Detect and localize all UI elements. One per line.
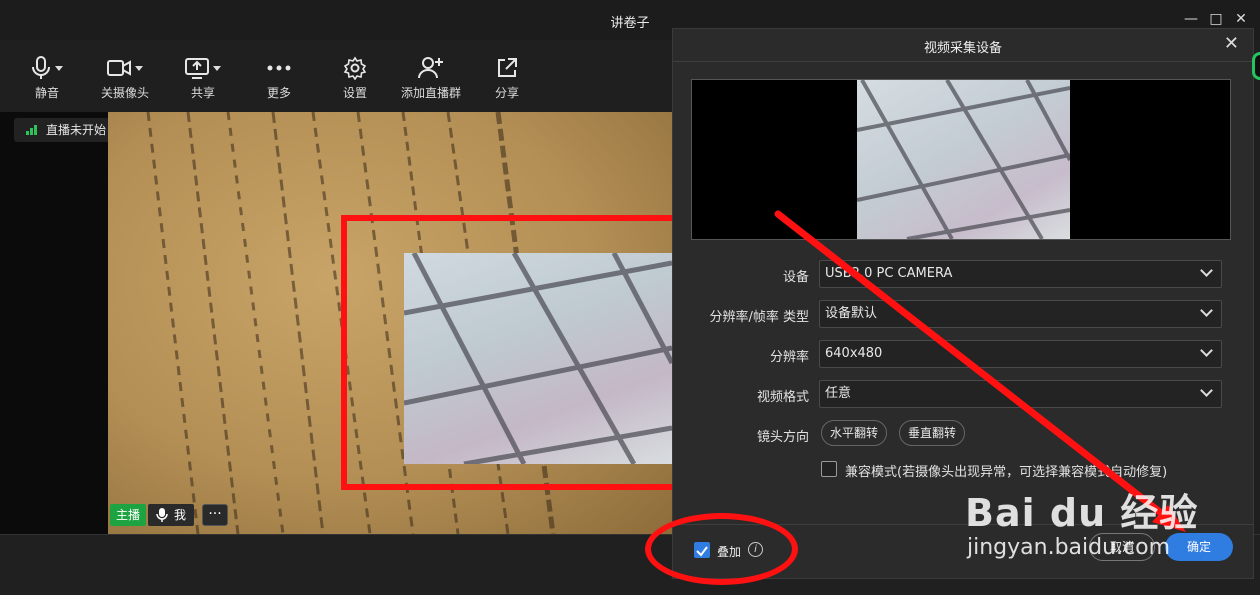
watermark: Bai du 经验 jingyan.baidu.com	[965, 482, 1198, 560]
annotation-red-circle	[645, 513, 798, 585]
watermark-main: Bai du 经验	[965, 491, 1199, 535]
watermark-sub: jingyan.baidu.com	[967, 535, 1171, 560]
